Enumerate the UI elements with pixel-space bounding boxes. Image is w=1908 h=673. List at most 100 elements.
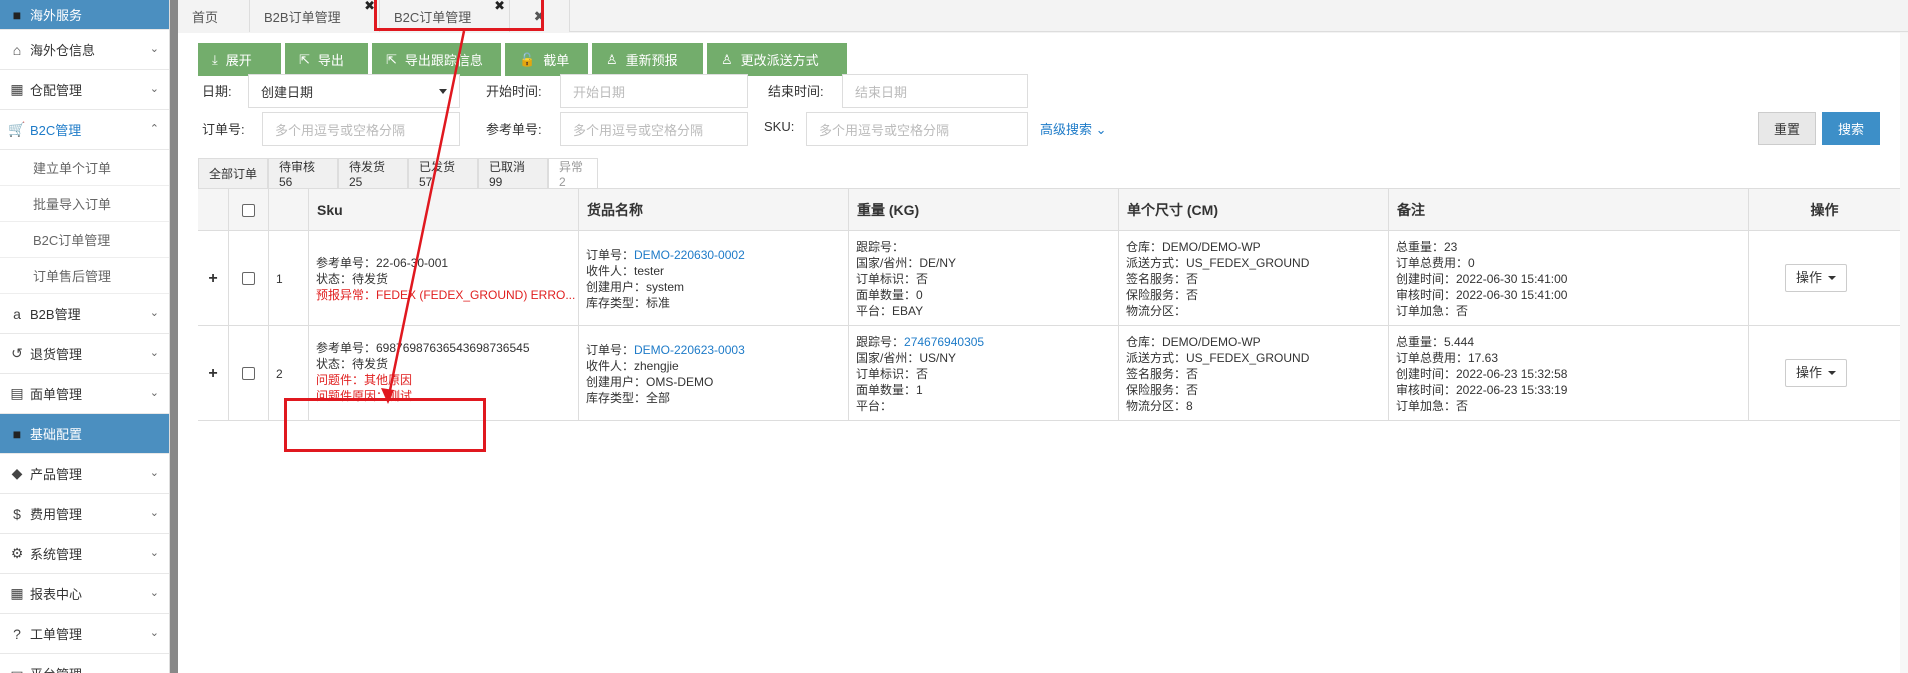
sidebar-item-labels[interactable]: ▤ 面单管理 ⌄ <box>0 374 169 414</box>
row-checkbox[interactable] <box>242 367 255 380</box>
end-date-placeholder: 结束日期 <box>855 84 908 100</box>
sidebar-item-returns[interactable]: ↺ 退货管理 ⌄ <box>0 334 169 374</box>
goods-cell: 订单号：DEMO-220630-0002 收件人：tester 创建用户：sys… <box>578 231 848 326</box>
sidebar-item-label: B2C订单管理 <box>33 233 111 248</box>
sidebar-item-reports[interactable]: ▦ 报表中心 ⌄ <box>0 574 169 614</box>
sidebar-subitem-batch-import[interactable]: 批量导入订单 <box>0 186 169 222</box>
actions-label: 操作 <box>1796 365 1823 380</box>
order-no-label: 订单号: <box>202 122 245 137</box>
header-select-all[interactable] <box>228 189 268 231</box>
row-actions-dropdown[interactable]: 操作 <box>1785 264 1848 292</box>
folder-icon: ■ <box>12 425 22 442</box>
sidebar-item-warehouse-info[interactable]: ⌂ 海外仓信息 ⌄ <box>0 30 169 70</box>
orders-table: Sku 货品名称 重量 (KG) 单个尺寸 (CM) 备注 操作 + 1 参考单… <box>198 188 1900 421</box>
sidebar-item-products[interactable]: ◆ 产品管理 ⌄ <box>0 454 169 494</box>
lock-icon: 🔓 <box>519 51 536 67</box>
chevron-down-icon: ⌄ <box>149 307 159 319</box>
start-date-input[interactable]: 开始日期 <box>560 74 748 108</box>
row-checkbox[interactable] <box>242 272 255 285</box>
delivery-method-text: 派送方式：US_FEDEX_GROUND <box>1126 256 1310 270</box>
plus-icon: + <box>208 364 218 382</box>
sidebar-item-label: 批量导入订单 <box>33 197 112 212</box>
change-delivery-button[interactable]: ♙ 更改派送方式 <box>707 43 847 76</box>
sidebar-item-fees[interactable]: $ 费用管理 ⌄ <box>0 494 169 534</box>
sidebar-item-b2b[interactable]: a B2B管理 ⌄ <box>0 294 169 334</box>
sidebar-scrollbar[interactable] <box>170 0 178 673</box>
sidebar-item-label: 报表中心 <box>30 587 83 602</box>
reforecast-button[interactable]: ♙ 重新预报 <box>592 43 703 76</box>
tracking-link[interactable]: 274676940305 <box>904 335 984 349</box>
order-no-link[interactable]: DEMO-220623-0003 <box>634 343 745 357</box>
sidebar-item-label: B2B管理 <box>30 307 81 322</box>
date-type-select[interactable]: 创建日期 <box>248 74 460 108</box>
tag-icon: ◆ <box>11 465 23 481</box>
user-icon: ♙ <box>721 51 733 67</box>
order-no-input[interactable]: 多个用逗号或空格分隔 <box>262 112 460 146</box>
home-icon: ⌂ <box>12 41 22 58</box>
weight-cell: 跟踪号：274676940305 国家/省州：US/NY 订单标识：否 面单数量… <box>848 326 1118 421</box>
sidebar-subitem-create-order[interactable]: 建立单个订单 <box>0 150 169 186</box>
chevron-down-icon: ⌄ <box>149 347 159 359</box>
export-button[interactable]: ⇱ 导出 <box>285 43 368 76</box>
advanced-search-link[interactable]: 高级搜索 ⌄ <box>1040 119 1107 138</box>
status-tab-pending-review[interactable]: 待审核56 <box>268 158 338 189</box>
intercept-order-button[interactable]: 🔓 截单 <box>505 43 588 76</box>
export-tracking-button[interactable]: ⇱ 导出跟踪信息 <box>372 43 501 76</box>
row-actions-dropdown[interactable]: 操作 <box>1785 359 1848 387</box>
insurance-text: 保险服务：否 <box>1126 288 1199 302</box>
search-button[interactable]: 搜索 <box>1822 112 1880 145</box>
total-fee-text: 订单总费用：0 <box>1396 256 1475 270</box>
sidebar-item-b2c[interactable]: 🛒 B2C管理 ⌃ <box>0 110 169 150</box>
tab-home[interactable]: 首页 <box>178 0 250 32</box>
sidebar-item-label: 费用管理 <box>30 507 83 522</box>
sidebar-item-fulfillment[interactable]: ▦ 仓配管理 ⌄ <box>0 70 169 110</box>
expand-row-button[interactable]: + <box>198 326 228 421</box>
sidebar: ■ 海外服务 ⌂ 海外仓信息 ⌄ ▦ 仓配管理 ⌄ 🛒 B2C管理 ⌃ 建立单个… <box>0 0 170 673</box>
status-text: 状态：待发货 <box>316 272 389 286</box>
row-index: 1 <box>268 231 308 326</box>
row-select[interactable] <box>228 326 268 421</box>
expand-row-button[interactable]: + <box>198 231 228 326</box>
country-text: 国家/省州：DE/NY <box>856 256 957 270</box>
remark-cell: 总重量：5.444 订单总费用：17.63 创建时间：2022-06-23 15… <box>1388 326 1748 421</box>
status-tab-cancelled[interactable]: 已取消99 <box>478 158 548 189</box>
order-no-link[interactable]: DEMO-220630-0002 <box>634 248 745 262</box>
ref-no-input[interactable]: 多个用逗号或空格分隔 <box>560 112 748 146</box>
status-tab-all[interactable]: 全部订单 <box>198 158 268 188</box>
chevron-down-icon: ⌄ <box>149 83 159 95</box>
inventory-type-text: 库存类型：全部 <box>586 391 671 405</box>
page-scrollbar[interactable] <box>1900 33 1908 673</box>
chevron-down-icon: ⌄ <box>149 587 159 599</box>
header-sku: Sku <box>308 189 578 231</box>
row-select[interactable] <box>228 231 268 326</box>
actions-cell: 操作 <box>1748 326 1900 421</box>
sku-cell: 参考单号：22-06-30-001 状态：待发货 预报异常：FEDEX (FED… <box>308 231 578 326</box>
sidebar-item-base-config[interactable]: ■ 基础配置 <box>0 414 169 454</box>
gear-icon: ⚙ <box>10 545 24 561</box>
status-tab-exception[interactable]: 异常2 <box>548 158 598 189</box>
chevron-down-icon: ⌄ <box>149 43 159 55</box>
cart-icon: 🛒 <box>8 121 26 137</box>
end-date-input[interactable]: 结束日期 <box>842 74 1028 108</box>
order-flag-text: 订单标识：否 <box>856 367 929 381</box>
sku-input[interactable]: 多个用逗号或空格分隔 <box>806 112 1028 146</box>
grid-icon: ▦ <box>10 81 24 97</box>
delivery-method-text: 派送方式：US_FEDEX_GROUND <box>1126 351 1310 365</box>
button-label: 导出跟踪信息 <box>404 53 483 68</box>
select-all-checkbox[interactable] <box>242 203 255 217</box>
sidebar-item-platforms[interactable]: ▭ 平台管理 <box>0 654 169 673</box>
reset-button[interactable]: 重置 <box>1758 112 1816 145</box>
chevron-down-icon: ⌄ <box>149 507 159 519</box>
sidebar-item-tickets[interactable]: ? 工单管理 ⌄ <box>0 614 169 654</box>
sidebar-subitem-after-sales[interactable]: 订单售后管理 <box>0 258 169 294</box>
sidebar-item-label: 订单售后管理 <box>33 269 112 284</box>
highlight-box-tab <box>374 0 544 31</box>
sidebar-item-overseas-service[interactable]: ■ 海外服务 <box>0 0 169 30</box>
tab-b2b-orders[interactable]: B2B订单管理 ✖ <box>250 0 380 32</box>
sidebar-subitem-b2c-orders[interactable]: B2C订单管理 <box>0 222 169 258</box>
status-tab-pending-ship[interactable]: 待发货25 <box>338 158 408 189</box>
sidebar-item-system[interactable]: ⚙ 系统管理 ⌄ <box>0 534 169 574</box>
user-icon: ♙ <box>606 51 618 67</box>
status-tab-shipped[interactable]: 已发货57 <box>408 158 478 189</box>
expand-button[interactable]: ⤓ 展开 <box>198 43 281 76</box>
